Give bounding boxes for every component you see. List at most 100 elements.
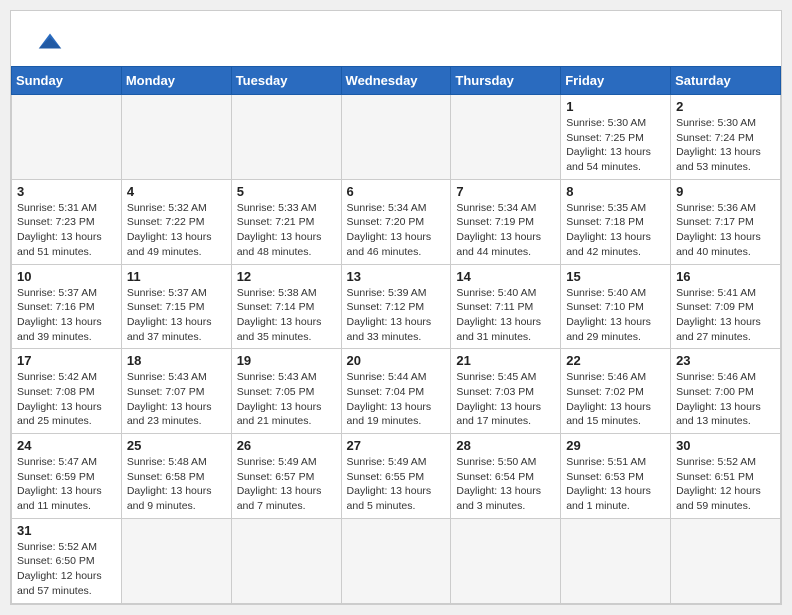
week-row-5: 31Sunrise: 5:52 AM Sunset: 6:50 PM Dayli… bbox=[12, 518, 781, 603]
day-number: 15 bbox=[566, 269, 665, 284]
day-cell: 7 Sunrise: 5:34 AM Sunset: 7:19 PM Daylig… bbox=[451, 179, 561, 264]
day-cell: 8 Sunrise: 5:35 AM Sunset: 7:18 PM Daylig… bbox=[561, 179, 671, 264]
day-cell: 24Sunrise: 5:47 AM Sunset: 6:59 PM Dayli… bbox=[12, 434, 122, 519]
day-info: Sunrise: 5:30 AM Sunset: 7:24 PM Dayligh… bbox=[676, 116, 775, 175]
day-cell bbox=[341, 518, 451, 603]
day-cell: 25 Sunrise: 5:48 AM Sunset: 6:58 PM Dayli… bbox=[121, 434, 231, 519]
day-info: Sunrise: 5:31 AM Sunset: 7:23 PM Dayligh… bbox=[17, 201, 116, 260]
week-row-3: 17 Sunrise: 5:42 AM Sunset: 7:08 PM Dayli… bbox=[12, 349, 781, 434]
day-info: Sunrise: 5:38 AM Sunset: 7:14 PM Dayligh… bbox=[237, 286, 336, 345]
day-info: Sunrise: 5:30 AM Sunset: 7:25 PM Dayligh… bbox=[566, 116, 665, 175]
day-info: Sunrise: 5:44 AM Sunset: 7:04 PM Dayligh… bbox=[347, 370, 446, 429]
day-info: Sunrise: 5:39 AM Sunset: 7:12 PM Dayligh… bbox=[347, 286, 446, 345]
day-cell: 19Sunrise: 5:43 AM Sunset: 7:05 PM Dayli… bbox=[231, 349, 341, 434]
day-number: 9 bbox=[676, 184, 775, 199]
day-info: Sunrise: 5:36 AM Sunset: 7:17 PM Dayligh… bbox=[676, 201, 775, 260]
day-cell: 23Sunrise: 5:46 AM Sunset: 7:00 PM Dayli… bbox=[671, 349, 781, 434]
day-cell bbox=[671, 518, 781, 603]
day-cell: 12 Sunrise: 5:38 AM Sunset: 7:14 PM Dayli… bbox=[231, 264, 341, 349]
day-info: Sunrise: 5:35 AM Sunset: 7:18 PM Dayligh… bbox=[566, 201, 665, 260]
logo bbox=[31, 21, 65, 61]
day-info: Sunrise: 5:37 AM Sunset: 7:16 PM Dayligh… bbox=[17, 286, 116, 345]
calendar-header bbox=[11, 11, 781, 66]
day-info: Sunrise: 5:48 AM Sunset: 6:58 PM Dayligh… bbox=[127, 455, 226, 514]
day-number: 25 bbox=[127, 438, 226, 453]
day-cell bbox=[451, 95, 561, 180]
day-number: 10 bbox=[17, 269, 116, 284]
day-number: 20 bbox=[347, 353, 446, 368]
day-cell: 11 Sunrise: 5:37 AM Sunset: 7:15 PM Dayli… bbox=[121, 264, 231, 349]
logo-icon bbox=[35, 26, 65, 56]
day-info: Sunrise: 5:34 AM Sunset: 7:20 PM Dayligh… bbox=[347, 201, 446, 260]
weekday-header-row: SundayMondayTuesdayWednesdayThursdayFrid… bbox=[12, 67, 781, 95]
day-info: Sunrise: 5:45 AM Sunset: 7:03 PM Dayligh… bbox=[456, 370, 555, 429]
day-info: Sunrise: 5:50 AM Sunset: 6:54 PM Dayligh… bbox=[456, 455, 555, 514]
week-row-2: 10 Sunrise: 5:37 AM Sunset: 7:16 PM Dayli… bbox=[12, 264, 781, 349]
day-number: 17 bbox=[17, 353, 116, 368]
day-number: 11 bbox=[127, 269, 226, 284]
day-number: 18 bbox=[127, 353, 226, 368]
day-cell: 20 Sunrise: 5:44 AM Sunset: 7:04 PM Dayli… bbox=[341, 349, 451, 434]
calendar: SundayMondayTuesdayWednesdayThursdayFrid… bbox=[10, 10, 782, 605]
day-number: 21 bbox=[456, 353, 555, 368]
day-info: Sunrise: 5:52 AM Sunset: 6:50 PM Dayligh… bbox=[17, 540, 116, 599]
calendar-table: SundayMondayTuesdayWednesdayThursdayFrid… bbox=[11, 66, 781, 604]
day-cell: 10 Sunrise: 5:37 AM Sunset: 7:16 PM Dayli… bbox=[12, 264, 122, 349]
day-number: 27 bbox=[347, 438, 446, 453]
day-info: Sunrise: 5:49 AM Sunset: 6:55 PM Dayligh… bbox=[347, 455, 446, 514]
day-number: 14 bbox=[456, 269, 555, 284]
day-info: Sunrise: 5:47 AM Sunset: 6:59 PM Dayligh… bbox=[17, 455, 116, 514]
day-cell bbox=[561, 518, 671, 603]
day-cell bbox=[121, 518, 231, 603]
day-cell: 30 Sunrise: 5:52 AM Sunset: 6:51 PM Dayli… bbox=[671, 434, 781, 519]
day-cell bbox=[451, 518, 561, 603]
weekday-tuesday: Tuesday bbox=[231, 67, 341, 95]
day-number: 29 bbox=[566, 438, 665, 453]
day-cell: 14 Sunrise: 5:40 AM Sunset: 7:11 PM Dayli… bbox=[451, 264, 561, 349]
weekday-sunday: Sunday bbox=[12, 67, 122, 95]
weekday-monday: Monday bbox=[121, 67, 231, 95]
day-info: Sunrise: 5:40 AM Sunset: 7:10 PM Dayligh… bbox=[566, 286, 665, 345]
day-info: Sunrise: 5:43 AM Sunset: 7:07 PM Dayligh… bbox=[127, 370, 226, 429]
day-number: 22 bbox=[566, 353, 665, 368]
day-number: 4 bbox=[127, 184, 226, 199]
day-cell bbox=[231, 95, 341, 180]
day-cell: 26Sunrise: 5:49 AM Sunset: 6:57 PM Dayli… bbox=[231, 434, 341, 519]
weekday-thursday: Thursday bbox=[451, 67, 561, 95]
day-number: 13 bbox=[347, 269, 446, 284]
day-number: 16 bbox=[676, 269, 775, 284]
day-info: Sunrise: 5:42 AM Sunset: 7:08 PM Dayligh… bbox=[17, 370, 116, 429]
day-cell: 18 Sunrise: 5:43 AM Sunset: 7:07 PM Dayli… bbox=[121, 349, 231, 434]
day-info: Sunrise: 5:46 AM Sunset: 7:00 PM Dayligh… bbox=[676, 370, 775, 429]
day-number: 30 bbox=[676, 438, 775, 453]
day-info: Sunrise: 5:40 AM Sunset: 7:11 PM Dayligh… bbox=[456, 286, 555, 345]
weekday-wednesday: Wednesday bbox=[341, 67, 451, 95]
day-cell: 27 Sunrise: 5:49 AM Sunset: 6:55 PM Dayli… bbox=[341, 434, 451, 519]
week-row-4: 24Sunrise: 5:47 AM Sunset: 6:59 PM Dayli… bbox=[12, 434, 781, 519]
week-row-1: 3 Sunrise: 5:31 AM Sunset: 7:23 PM Daylig… bbox=[12, 179, 781, 264]
day-cell: 22Sunrise: 5:46 AM Sunset: 7:02 PM Dayli… bbox=[561, 349, 671, 434]
day-cell: 15 Sunrise: 5:40 AM Sunset: 7:10 PM Dayli… bbox=[561, 264, 671, 349]
day-cell: 9 Sunrise: 5:36 AM Sunset: 7:17 PM Daylig… bbox=[671, 179, 781, 264]
day-info: Sunrise: 5:32 AM Sunset: 7:22 PM Dayligh… bbox=[127, 201, 226, 260]
day-number: 7 bbox=[456, 184, 555, 199]
day-info: Sunrise: 5:52 AM Sunset: 6:51 PM Dayligh… bbox=[676, 455, 775, 514]
day-number: 1 bbox=[566, 99, 665, 114]
day-cell: 2 Sunrise: 5:30 AM Sunset: 7:24 PM Daylig… bbox=[671, 95, 781, 180]
weekday-friday: Friday bbox=[561, 67, 671, 95]
day-number: 8 bbox=[566, 184, 665, 199]
day-number: 5 bbox=[237, 184, 336, 199]
day-cell: 17 Sunrise: 5:42 AM Sunset: 7:08 PM Dayli… bbox=[12, 349, 122, 434]
day-cell: 1 Sunrise: 5:30 AM Sunset: 7:25 PM Daylig… bbox=[561, 95, 671, 180]
day-info: Sunrise: 5:43 AM Sunset: 7:05 PM Dayligh… bbox=[237, 370, 336, 429]
day-info: Sunrise: 5:37 AM Sunset: 7:15 PM Dayligh… bbox=[127, 286, 226, 345]
day-number: 12 bbox=[237, 269, 336, 284]
day-cell bbox=[121, 95, 231, 180]
day-cell: 16Sunrise: 5:41 AM Sunset: 7:09 PM Dayli… bbox=[671, 264, 781, 349]
day-info: Sunrise: 5:34 AM Sunset: 7:19 PM Dayligh… bbox=[456, 201, 555, 260]
day-cell: 29Sunrise: 5:51 AM Sunset: 6:53 PM Dayli… bbox=[561, 434, 671, 519]
day-number: 2 bbox=[676, 99, 775, 114]
weekday-saturday: Saturday bbox=[671, 67, 781, 95]
day-cell: 28Sunrise: 5:50 AM Sunset: 6:54 PM Dayli… bbox=[451, 434, 561, 519]
day-number: 3 bbox=[17, 184, 116, 199]
